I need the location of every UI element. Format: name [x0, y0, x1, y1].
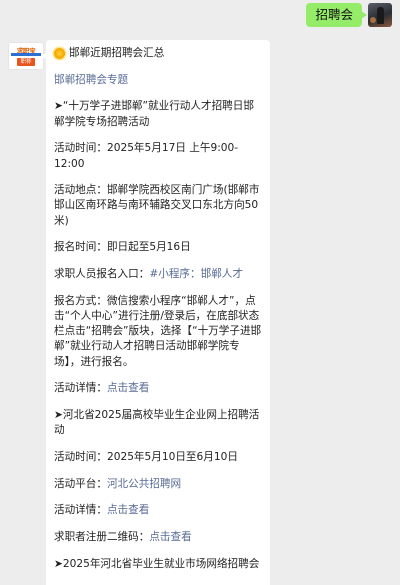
event1-place: 活动地点：邯郸学院西校区南门广场(邯郸市邯山区南环路与南环辅路交叉口东北方向50…	[54, 184, 260, 227]
event2-platform-link[interactable]: 河北公共招聘网	[107, 478, 181, 490]
event2-details-link[interactable]: 点击查看	[107, 504, 149, 516]
event1-time: 活动时间：2025年5月17日 上午9:00-12:00	[54, 142, 239, 170]
sun-emoji-icon	[54, 48, 65, 60]
avatar-glow	[370, 17, 376, 23]
incoming-message-bubble: 邯郸近期招聘会汇总 邯郸招聘会专题 ➤“十万学子进邯郸”就业行动人才招聘日邯郸学…	[41, 40, 270, 585]
chat-window: 招聘会 求职宝 职称 邯郸近期招聘会汇总 邯郸招聘会专题 ➤“十万学子进邯郸”就…	[0, 0, 400, 585]
outgoing-message-bubble[interactable]: 招聘会	[306, 3, 367, 27]
event1-miniprogram-link[interactable]: #小程序：邯郸人才	[149, 268, 243, 280]
event1-entry-line: 求职人员报名入口：#小程序：邯郸人才	[54, 267, 262, 282]
event2-details-label: 活动详情：	[54, 504, 107, 517]
event2-heading: ➤河北省2025届高校毕业生企业网上招聘活动	[54, 408, 260, 437]
event1-details-line: 活动详情：点击查看	[54, 381, 262, 396]
user-avatar[interactable]	[368, 3, 392, 27]
message-title: 邯郸近期招聘会汇总	[69, 47, 165, 59]
outgoing-message-row: 招聘会	[0, 0, 400, 36]
event2-qr-line: 求职者注册二维码：点击查看	[54, 530, 262, 545]
event2-qr-link[interactable]: 点击查看	[149, 531, 191, 543]
event1-details-label: 活动详情：	[54, 382, 107, 395]
bot-avatar-bar	[11, 53, 41, 56]
event1-entry-label: 求职人员报名入口：	[54, 268, 150, 281]
event2-time: 活动时间：2025年5月10日至6月10日	[54, 450, 238, 463]
avatar-figure	[377, 7, 384, 24]
event2-platform-label: 活动平台：	[54, 477, 107, 490]
event2-platform-line: 活动平台：河北公共招聘网	[54, 477, 262, 492]
event1-method: 报名方式：微信搜索小程序“邯郸人才”，点击“个人中心”进行注册/登录后，在底部状…	[54, 294, 262, 368]
event1-details-link[interactable]: 点击查看	[107, 382, 149, 394]
bot-avatar-tag: 职称	[17, 58, 35, 66]
event2-details-line: 活动详情：点击查看	[54, 503, 262, 518]
event1-signup-time: 报名时间：即日起至5月16日	[54, 241, 191, 254]
topic-line: 邯郸招聘会专题	[54, 73, 262, 88]
event1-heading: ➤“十万学子进邯郸”就业行动人才招聘日邯郸学院专场招聘活动	[54, 100, 254, 128]
outgoing-message-text: 招聘会	[315, 7, 353, 22]
event2-qr-label: 求职者注册二维码：	[54, 530, 150, 543]
message-title-line: 邯郸近期招聘会汇总	[54, 46, 262, 61]
event3-heading: ➤2025年河北省毕业生就业市场网络招聘会	[54, 557, 260, 570]
bot-avatar[interactable]: 求职宝 职称	[8, 42, 44, 70]
topic-link[interactable]: 邯郸招聘会专题	[54, 74, 128, 86]
